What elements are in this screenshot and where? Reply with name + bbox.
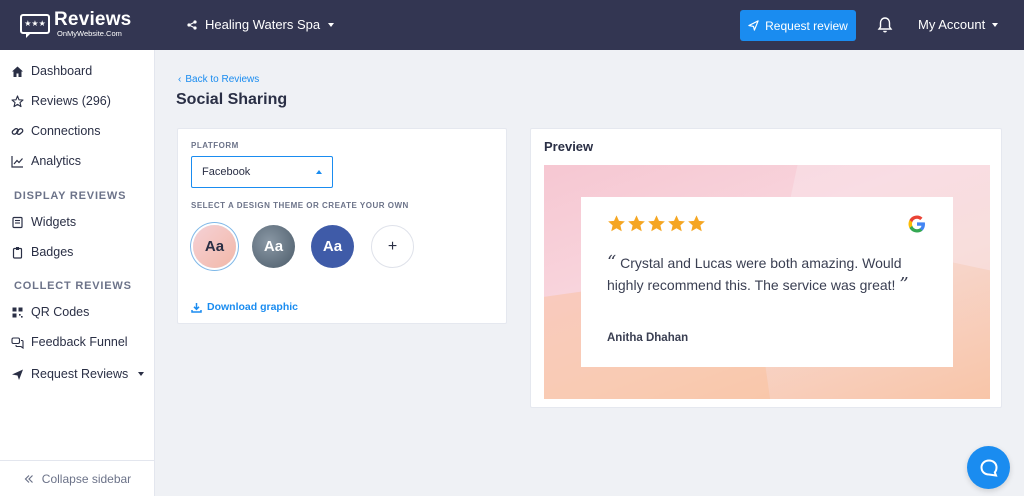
- logo-badge-icon: ★★★: [20, 13, 50, 38]
- logo-title: Reviews: [54, 9, 132, 30]
- theme-label-text: Aa: [263, 238, 284, 255]
- help-chat-button[interactable]: [967, 446, 1010, 489]
- platform-value: Facebook: [202, 166, 251, 178]
- review-quote: “ Crystal and Lucas were both amazing. W…: [607, 252, 927, 296]
- sidebar-item-label: Request Reviews: [31, 367, 129, 381]
- add-custom-theme-button[interactable]: +: [371, 225, 414, 268]
- download-icon: [191, 302, 202, 313]
- send-icon: [748, 20, 759, 31]
- link-icon: [11, 127, 24, 135]
- preview-card: Preview “ Crystal and Lucas were both am…: [530, 128, 1002, 408]
- sidebar-item-label: Analytics: [31, 154, 82, 168]
- request-review-button[interactable]: Request review: [740, 10, 856, 41]
- back-label: Back to Reviews: [185, 74, 260, 85]
- settings-card: PLATFORM Facebook SELECT A DESIGN THEME …: [177, 128, 507, 324]
- chevron-down-icon: [328, 22, 335, 27]
- logo[interactable]: ★★★ Reviews OnMyWebsite.Com: [20, 10, 131, 38]
- chevron-up-icon: [316, 170, 322, 174]
- logo-subtitle: OnMyWebsite.Com: [57, 29, 122, 38]
- chat-bubbles-icon: [11, 336, 24, 349]
- chevron-down-icon: [992, 22, 999, 27]
- back-to-reviews-link[interactable]: ‹ Back to Reviews: [178, 74, 259, 85]
- sidebar-item-label: Badges: [31, 245, 74, 259]
- platform-label: PLATFORM: [191, 141, 239, 150]
- widget-icon: [12, 216, 23, 228]
- business-name: Healing Waters Spa: [205, 17, 321, 32]
- review-author: Anitha Dhahan: [607, 332, 689, 344]
- sidebar-item-label: QR Codes: [31, 305, 90, 319]
- logo-badge-stars: ★★★: [24, 18, 46, 28]
- sidebar: Dashboard Reviews (296) Connections Anal…: [0, 50, 155, 496]
- download-label: Download graphic: [207, 301, 299, 313]
- star-icon: [648, 215, 665, 232]
- theme-label-text: Aa: [322, 238, 343, 255]
- chat-bubble-icon: [979, 458, 998, 477]
- plus-icon: +: [387, 237, 398, 255]
- chevron-left-icon: ‹: [178, 74, 182, 85]
- sidebar-item-reviews[interactable]: Reviews (296): [11, 94, 111, 108]
- star-icon: [628, 215, 645, 232]
- sidebar-item-label: Feedback Funnel: [31, 335, 128, 349]
- badge-icon: [12, 246, 23, 259]
- theme-label-text: Aa: [204, 238, 225, 255]
- sidebar-item-request-reviews[interactable]: Request Reviews: [11, 367, 145, 381]
- star-icon: [668, 215, 685, 232]
- request-review-label: Request review: [765, 18, 848, 33]
- platform-select[interactable]: Facebook: [191, 156, 333, 188]
- sidebar-item-label: Dashboard: [31, 64, 93, 78]
- send-icon: [12, 369, 23, 380]
- google-icon: [908, 215, 925, 233]
- qr-icon: [12, 307, 23, 318]
- sidebar-item-widgets[interactable]: Widgets: [11, 215, 76, 229]
- page-title: Social Sharing: [176, 91, 288, 108]
- theme-option-pink[interactable]: Aa: [193, 225, 236, 268]
- preview-graphic: “ Crystal and Lucas were both amazing. W…: [544, 165, 990, 399]
- chevron-down-icon: [138, 372, 145, 376]
- sidebar-item-analytics[interactable]: Analytics: [11, 154, 81, 168]
- collapse-sidebar-button[interactable]: Collapse sidebar: [0, 460, 155, 496]
- open-quote-mark: “: [607, 252, 617, 273]
- section-collect-reviews: COLLECT REVIEWS: [14, 280, 132, 292]
- share-icon: [187, 19, 197, 30]
- sidebar-item-label: Widgets: [31, 215, 77, 229]
- sidebar-item-label: Reviews (296): [31, 94, 111, 108]
- star-outline-icon: [11, 94, 24, 107]
- section-display-reviews: DISPLAY REVIEWS: [14, 190, 127, 202]
- home-icon: [12, 66, 23, 77]
- sidebar-item-dashboard[interactable]: Dashboard: [11, 64, 92, 78]
- sidebar-item-connections[interactable]: Connections: [11, 124, 101, 138]
- top-bar: ★★★ Reviews OnMyWebsite.Com Healing Wate…: [0, 0, 1024, 50]
- bell-icon[interactable]: [877, 16, 893, 34]
- preview-title: Preview: [544, 139, 594, 154]
- account-label: My Account: [918, 17, 986, 32]
- theme-option-blue[interactable]: Aa: [311, 225, 354, 268]
- collapse-sidebar-label: Collapse sidebar: [41, 471, 132, 486]
- star-icon: [608, 215, 625, 232]
- star-icon: [688, 215, 705, 232]
- chart-icon: [11, 155, 23, 168]
- sidebar-item-badges[interactable]: Badges: [11, 245, 73, 259]
- sidebar-item-feedback-funnel[interactable]: Feedback Funnel: [11, 335, 128, 349]
- double-chevron-left-icon: [24, 474, 33, 483]
- close-quote-mark: ”: [899, 274, 909, 295]
- business-selector[interactable]: Healing Waters Spa: [187, 17, 335, 32]
- download-graphic-button[interactable]: Download graphic: [191, 301, 298, 313]
- review-text: Crystal and Lucas were both amazing. Wou…: [607, 255, 902, 293]
- account-menu[interactable]: My Account: [918, 17, 999, 32]
- review-card: “ Crystal and Lucas were both amazing. W…: [581, 197, 953, 367]
- sidebar-item-qr-codes[interactable]: QR Codes: [11, 305, 89, 319]
- theme-option-slate[interactable]: Aa: [252, 225, 295, 268]
- sidebar-item-label: Connections: [31, 124, 101, 138]
- star-rating: [607, 214, 706, 233]
- theme-label: SELECT A DESIGN THEME OR CREATE YOUR OWN: [191, 201, 409, 210]
